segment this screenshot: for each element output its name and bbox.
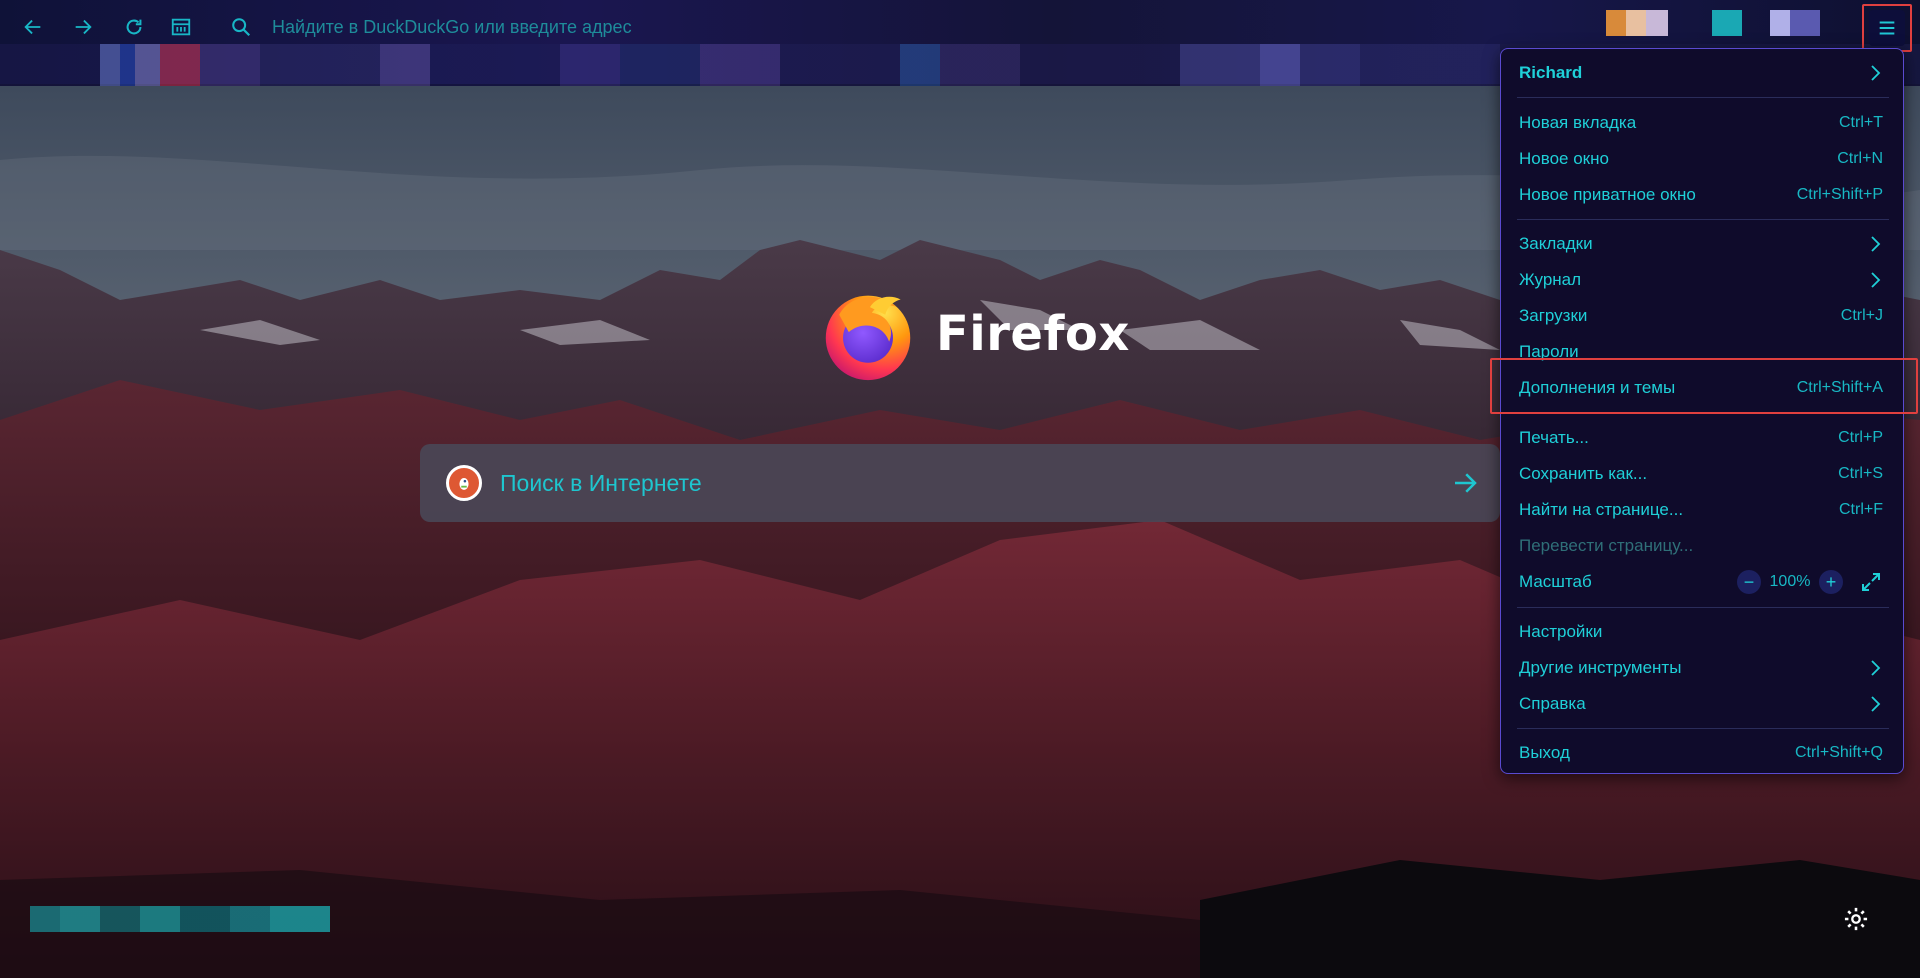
menu-item-new-window[interactable]: Новое окно Ctrl+N xyxy=(1509,141,1897,177)
menu-item-find[interactable]: Найти на странице... Ctrl+F xyxy=(1509,492,1897,528)
web-search-box[interactable]: Поиск в Интернете xyxy=(420,444,1500,522)
extension-icon[interactable] xyxy=(1770,10,1820,36)
zoom-out-button[interactable]: − xyxy=(1737,570,1761,594)
menu-item-quit[interactable]: Выход Ctrl+Shift+Q xyxy=(1509,735,1897,771)
menu-item-save-as[interactable]: Сохранить как... Ctrl+S xyxy=(1509,456,1897,492)
arrow-right-icon[interactable] xyxy=(1450,468,1480,498)
hamburger-icon xyxy=(1879,21,1895,35)
chevron-right-icon xyxy=(1871,236,1881,252)
menu-item-help[interactable]: Справка xyxy=(1509,686,1897,722)
menu-item-history[interactable]: Журнал xyxy=(1509,262,1897,298)
pixelated-link[interactable] xyxy=(30,906,330,932)
menu-item-more-tools[interactable]: Другие инструменты xyxy=(1509,650,1897,686)
home-button[interactable] xyxy=(164,10,198,44)
reload-button[interactable] xyxy=(117,10,151,44)
app-menu-panel: Richard Новая вкладка Ctrl+T Новое окно … xyxy=(1500,48,1904,774)
menu-separator xyxy=(1517,97,1889,98)
zoom-in-button[interactable]: + xyxy=(1819,570,1843,594)
extension-icon[interactable] xyxy=(1606,10,1668,36)
menu-item-print[interactable]: Печать... Ctrl+P xyxy=(1509,420,1897,456)
arrow-left-icon xyxy=(24,19,41,35)
chevron-right-icon xyxy=(1871,65,1881,81)
search-icon xyxy=(226,12,256,42)
menu-item-private-window[interactable]: Новое приватное окно Ctrl+Shift+P xyxy=(1509,177,1897,213)
chevron-right-icon xyxy=(1871,660,1881,676)
chevron-right-icon xyxy=(1871,272,1881,288)
menu-item-new-tab[interactable]: Новая вкладка Ctrl+T xyxy=(1509,105,1897,141)
gear-icon[interactable] xyxy=(1842,905,1872,935)
url-bar[interactable] xyxy=(226,10,1376,44)
menu-item-translate: Перевести страницу... xyxy=(1519,536,1694,555)
search-placeholder: Поиск в Интернете xyxy=(500,469,702,496)
back-button[interactable] xyxy=(16,10,50,44)
menu-item-bookmarks[interactable]: Закладки xyxy=(1509,226,1897,262)
chevron-right-icon xyxy=(1871,696,1881,712)
arrow-right-icon xyxy=(75,19,92,35)
duckduckgo-icon xyxy=(446,465,482,501)
fullscreen-icon[interactable] xyxy=(1859,570,1883,594)
menu-item-passwords[interactable]: Пароли xyxy=(1509,334,1897,370)
menu-separator xyxy=(1517,607,1889,608)
reload-icon xyxy=(126,19,142,35)
menu-item-downloads[interactable]: Загрузки Ctrl+J xyxy=(1509,298,1897,334)
menu-separator xyxy=(1517,728,1889,729)
menu-item-account[interactable]: Richard xyxy=(1509,55,1897,91)
menu-separator xyxy=(1517,219,1889,220)
forward-button[interactable] xyxy=(66,10,100,44)
menu-item-settings[interactable]: Настройки xyxy=(1509,614,1897,650)
menu-item-addons[interactable]: Дополнения и темы Ctrl+Shift+A xyxy=(1509,370,1897,406)
zoom-controls: − 100% + xyxy=(1737,564,1883,600)
home-icon xyxy=(171,18,191,36)
brand-wordmark: Firefox xyxy=(936,306,1130,362)
firefox-logo xyxy=(820,286,916,382)
menu-separator xyxy=(1517,413,1889,414)
url-input[interactable] xyxy=(272,16,1172,38)
zoom-value[interactable]: 100% xyxy=(1761,573,1819,591)
app-menu-button[interactable] xyxy=(1862,4,1912,52)
menu-item-zoom: Масштаб − 100% + xyxy=(1509,564,1897,600)
extension-icon[interactable] xyxy=(1712,10,1742,36)
